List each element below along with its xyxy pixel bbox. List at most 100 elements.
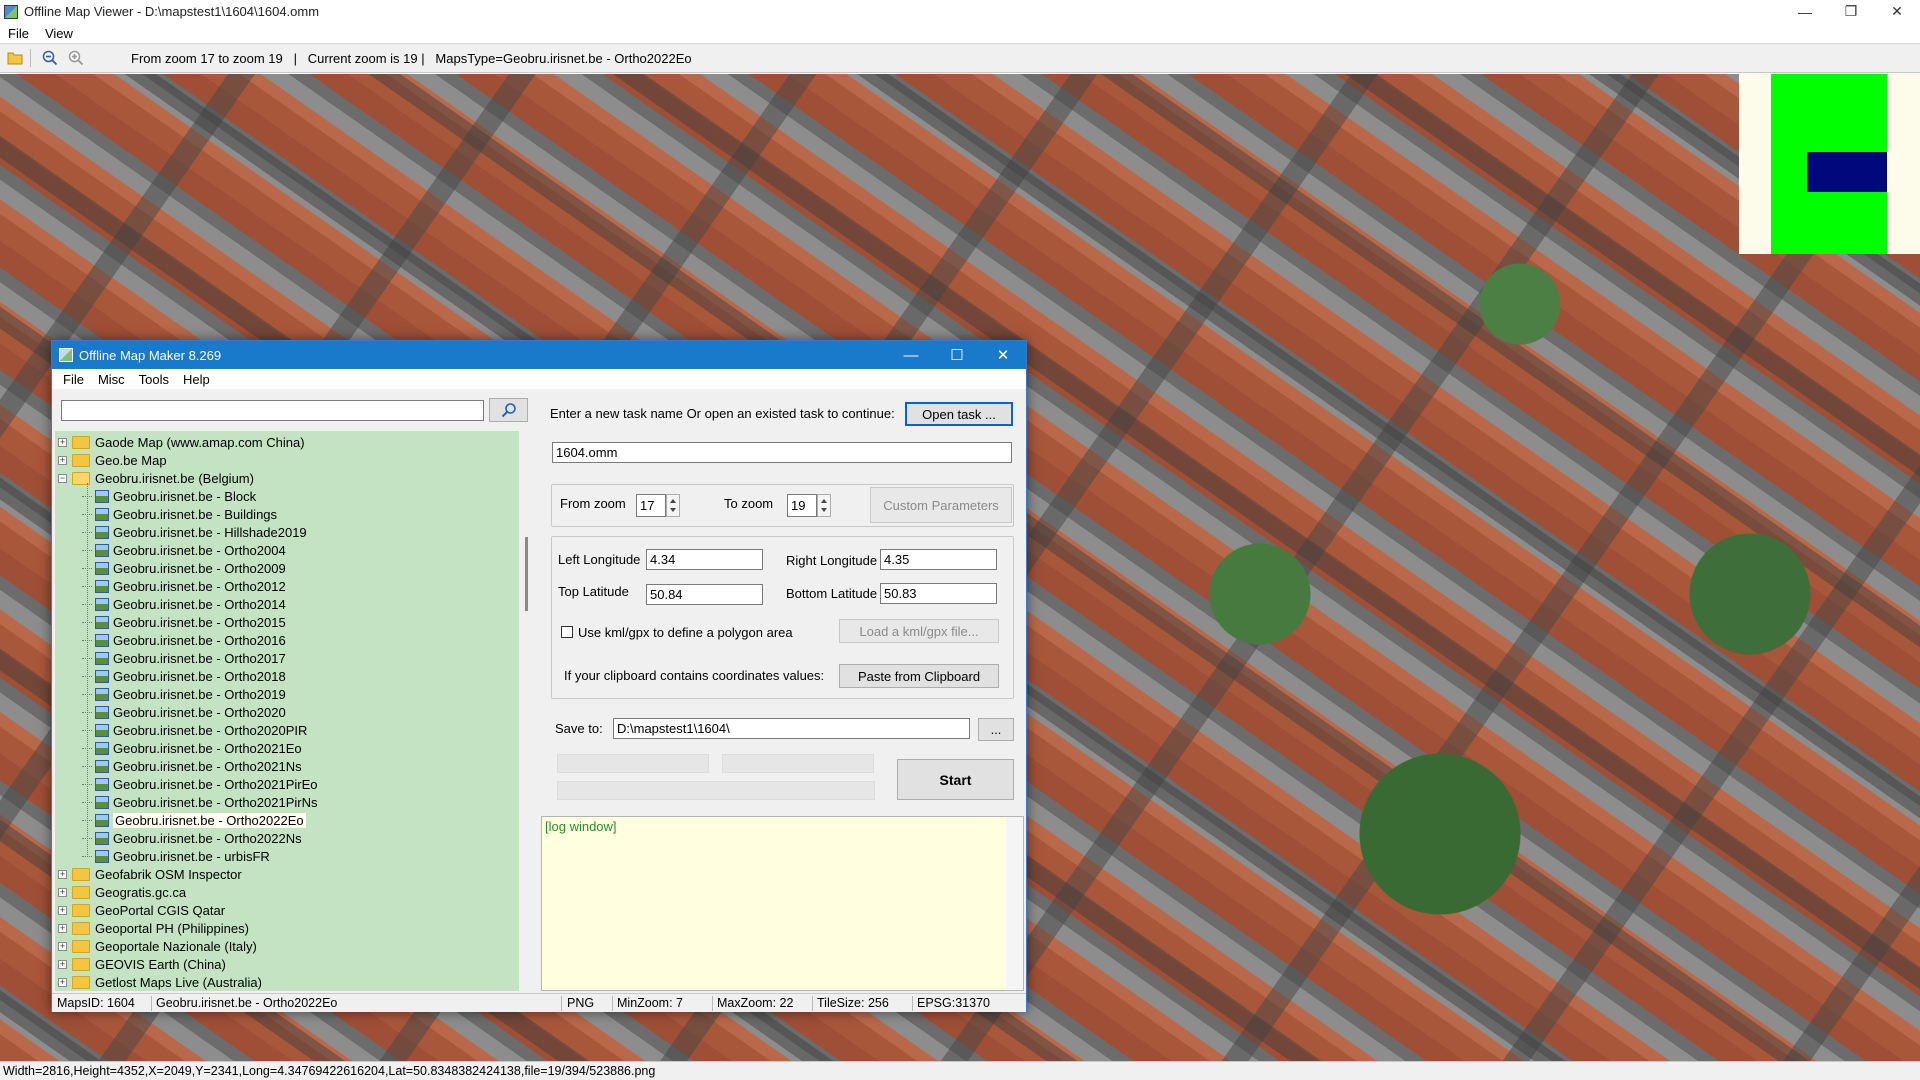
to-zoom-input[interactable]	[787, 494, 817, 517]
tree-item-label: Geogratis.gc.ca	[95, 884, 187, 900]
tree-item-label: Geobru.irisnet.be - Ortho2004	[113, 542, 286, 558]
tree-map-item[interactable]: Geobru.irisnet.be - Ortho2009	[82, 559, 286, 577]
tree-map-item[interactable]: Geobru.irisnet.be - Ortho2019	[82, 685, 286, 703]
open-task-button[interactable]: Open task ...	[905, 402, 1013, 426]
map-layer-icon	[95, 633, 109, 647]
tree-folder-item[interactable]: + Geogratis.gc.ca	[58, 883, 186, 901]
tree-map-item[interactable]: Geobru.irisnet.be - Ortho2021Ns	[82, 757, 302, 775]
tree-folder-item[interactable]: + Geofabrik OSM Inspector	[58, 865, 242, 883]
right-longitude-input[interactable]	[880, 549, 997, 570]
tree-map-item[interactable]: Geobru.irisnet.be - Ortho2021PirEo	[82, 775, 318, 793]
minimap-viewport-rect[interactable]	[1807, 152, 1887, 192]
tree-connector	[82, 855, 92, 857]
tree-item-label: Geobru.irisnet.be - Ortho2022Ns	[113, 830, 302, 846]
tree-map-item[interactable]: Geobru.irisnet.be - Ortho2018	[82, 667, 286, 685]
zoom-in-icon[interactable]	[65, 47, 87, 69]
tree-map-item[interactable]: Geobru.irisnet.be - Ortho2021PirNs	[82, 793, 317, 811]
collapse-icon[interactable]: −	[58, 473, 67, 483]
close-icon[interactable]: ✕	[1874, 0, 1920, 23]
menu-file[interactable]: File	[0, 26, 37, 41]
tree-map-item[interactable]: Geobru.irisnet.be - Buildings	[82, 505, 277, 523]
expand-icon[interactable]: +	[58, 905, 67, 915]
viewer-titlebar: Offline Map Viewer - D:\mapstest1\1604\1…	[0, 0, 1920, 23]
kml-polygon-checkbox[interactable]	[561, 626, 573, 638]
tree-map-item[interactable]: Geobru.irisnet.be - Ortho2022Ns	[82, 829, 302, 847]
expand-icon[interactable]: +	[58, 869, 67, 879]
maker-menu-help[interactable]: Help	[176, 372, 217, 387]
tree-map-item[interactable]: Geobru.irisnet.be - Ortho2020PIR	[82, 721, 307, 739]
expand-icon[interactable]: +	[58, 941, 67, 951]
folder-icon	[72, 939, 90, 953]
tree-map-item[interactable]: Geobru.irisnet.be - urbisFR	[82, 847, 270, 865]
map-search-input[interactable]	[61, 400, 484, 421]
folder-icon	[72, 975, 90, 989]
tree-map-item[interactable]: Geobru.irisnet.be - Ortho2016	[82, 631, 286, 649]
tree-item-label: Geobru.irisnet.be - Ortho2021PirNs	[113, 794, 318, 810]
maker-menu-file[interactable]: File	[56, 372, 91, 387]
start-button[interactable]: Start	[897, 759, 1014, 800]
restore-icon[interactable]: ❐	[1828, 0, 1874, 23]
minimize-icon[interactable]: —	[1782, 0, 1828, 23]
tree-map-item[interactable]: Geobru.irisnet.be - Ortho2004	[82, 541, 286, 559]
to-zoom-stepper[interactable]	[817, 494, 831, 517]
maker-minimize-icon[interactable]: —	[888, 341, 934, 369]
map-layer-icon	[95, 777, 109, 791]
bottom-latitude-label: Bottom Latitude	[786, 586, 878, 601]
log-scrollbar[interactable]	[1006, 817, 1023, 990]
tree-map-item[interactable]: Geobru.irisnet.be - Ortho2017	[82, 649, 286, 667]
expand-icon[interactable]: +	[58, 887, 67, 897]
tree-map-item[interactable]: Geobru.irisnet.be - Ortho2012	[82, 577, 286, 595]
tree-item-label: GEOVIS Earth (China)	[95, 956, 226, 972]
tree-map-item[interactable]: Geobru.irisnet.be - Ortho2014	[82, 595, 286, 613]
save-to-label: Save to:	[555, 721, 603, 736]
paste-clipboard-button[interactable]: Paste from Clipboard	[839, 664, 999, 688]
tree-folder-item[interactable]: + Geoportale Nazionale (Italy)	[58, 937, 257, 955]
tree-folder-item[interactable]: + Gaode Map (www.amap.com China)	[58, 433, 305, 451]
left-longitude-input[interactable]	[646, 549, 763, 570]
expand-icon[interactable]: +	[58, 455, 67, 465]
tree-item-label: Geobru.irisnet.be - Ortho2009	[113, 560, 286, 576]
tree-map-item[interactable]: Geobru.irisnet.be - Ortho2020	[82, 703, 286, 721]
tree-item-label: Getlost Maps Live (Australia)	[95, 974, 262, 990]
expand-icon[interactable]: +	[58, 977, 67, 987]
save-to-input[interactable]	[613, 718, 970, 739]
tree-map-item[interactable]: Geobru.irisnet.be - Block	[82, 487, 256, 505]
expand-icon[interactable]: +	[58, 437, 67, 447]
log-window[interactable]: [log window]	[541, 816, 1024, 991]
search-button[interactable]	[489, 398, 528, 422]
tree-map-item[interactable]: Geobru.irisnet.be - Ortho2015	[82, 613, 286, 631]
tree-item-label: Geobru.irisnet.be - Ortho2020PIR	[113, 722, 308, 738]
tree-folder-item[interactable]: + GeoPortal CGIS Qatar	[58, 901, 225, 919]
expand-icon[interactable]: +	[58, 923, 67, 933]
tree-map-item[interactable]: Geobru.irisnet.be - Ortho2021Eo	[82, 739, 302, 757]
top-latitude-input[interactable]	[646, 584, 763, 605]
custom-parameters-button[interactable]: Custom Parameters	[870, 487, 1012, 523]
tree-map-item[interactable]: Geobru.irisnet.be - Ortho2022Eo	[82, 811, 306, 829]
bottom-latitude-input[interactable]	[880, 583, 997, 604]
maker-menu-misc[interactable]: Misc	[91, 372, 132, 387]
tree-folder-item[interactable]: + Geoportal PH (Philippines)	[58, 919, 249, 937]
maker-menu-tools[interactable]: Tools	[132, 372, 176, 387]
load-kml-button[interactable]: Load a kml/gpx file...	[839, 619, 999, 643]
tree-item-label: Geoportal PH (Philippines)	[95, 920, 249, 936]
tree-folder-item[interactable]: + Getlost Maps Live (Australia)	[58, 973, 262, 991]
tree-scrollbar-thumb[interactable]	[525, 537, 528, 611]
zoom-out-icon[interactable]	[39, 47, 61, 69]
tree-item-label: Geobru.irisnet.be - Ortho2015	[113, 614, 286, 630]
browse-folder-button[interactable]: ...	[978, 718, 1014, 741]
map-layer-icon	[95, 543, 109, 557]
tree-folder-item[interactable]: + Geo.be Map	[58, 451, 167, 469]
task-name-input[interactable]	[552, 442, 1012, 463]
open-folder-icon[interactable]	[4, 47, 26, 69]
minimap[interactable]	[1739, 74, 1920, 254]
menu-view[interactable]: View	[37, 26, 81, 41]
maker-close-icon[interactable]: ✕	[980, 341, 1026, 369]
maker-maximize-icon[interactable]: ☐	[934, 341, 980, 369]
map-type-tree[interactable]: + Gaode Map (www.amap.com China) + Geo.be M…	[55, 431, 519, 991]
expand-icon[interactable]: +	[58, 959, 67, 969]
tree-scrollbar[interactable]	[519, 431, 536, 991]
tree-folder-item[interactable]: + GEOVIS Earth (China)	[58, 955, 226, 973]
tree-map-item[interactable]: Geobru.irisnet.be - Hillshade2019	[82, 523, 307, 541]
from-zoom-stepper[interactable]	[666, 494, 680, 517]
from-zoom-input[interactable]	[636, 494, 666, 517]
